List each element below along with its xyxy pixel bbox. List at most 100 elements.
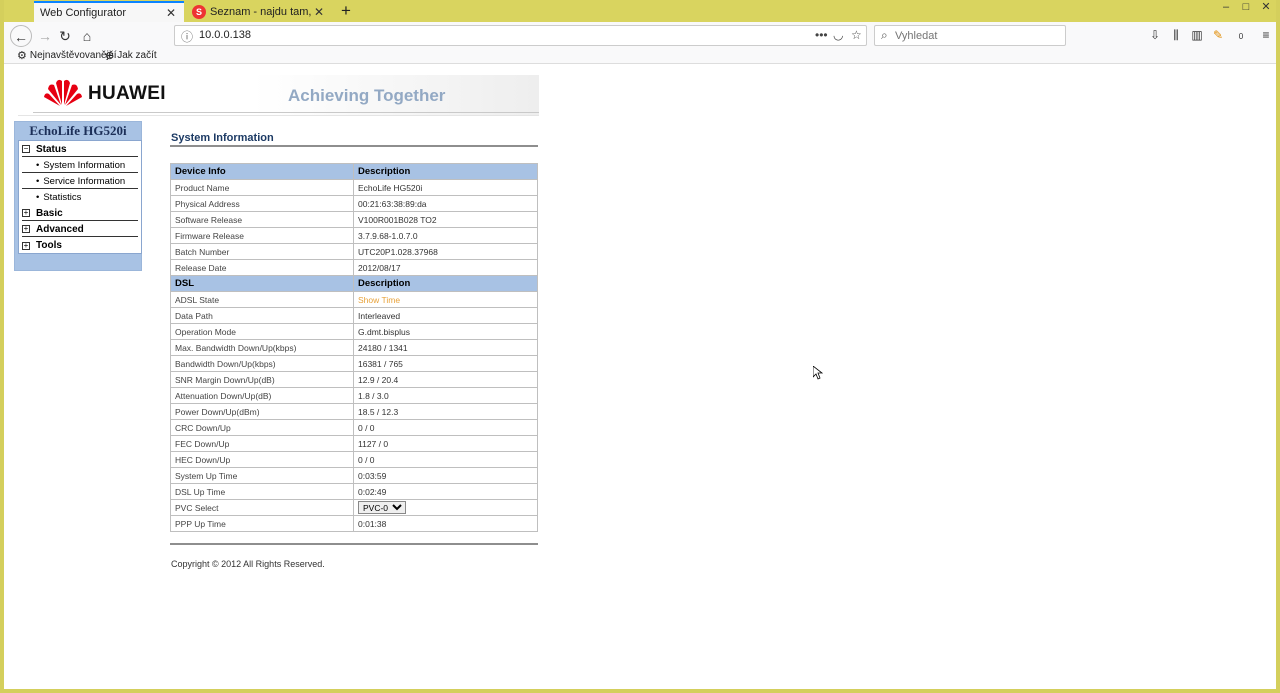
table-row: Attenuation Down/Up(dB) 1.8 / 3.0 — [170, 387, 538, 404]
sidebar-item-label: Statistics — [43, 192, 82, 203]
collapse-icon: − — [22, 144, 30, 153]
row-label: Power Down/Up(dBm) — [170, 403, 354, 420]
table-row: Max. Bandwidth Down/Up(kbps) 24180 / 1341 — [170, 339, 538, 356]
table-row: PVC Select PVC-0 — [170, 499, 538, 516]
close-tab-icon[interactable]: ✕ — [164, 6, 178, 20]
table-row: DSL Up Time 0:02:49 — [170, 483, 538, 500]
sidebar-item-statistics[interactable]: • Statistics — [22, 190, 138, 205]
table-row: Firmware Release 3.7.9.68-1.0.7.0 — [170, 227, 538, 244]
sidebar-group-basic[interactable]: + Basic — [22, 206, 138, 221]
maximize-icon[interactable]: □ — [1236, 0, 1256, 14]
row-label: ADSL State — [170, 291, 354, 308]
url-bar[interactable]: ⓘ 10.0.0.138 ••• ◡ ☆ — [174, 25, 867, 46]
row-value: 1127 / 0 — [353, 435, 538, 452]
footer-divider — [170, 543, 538, 545]
table-row: Data Path Interleaved — [170, 307, 538, 324]
row-label: PPP Up Time — [170, 515, 354, 532]
navigation-toolbar: ← → ↻ ⌂ ⓘ 10.0.0.138 ••• ◡ ☆ ⌕ ⇩ ⫼ ▥ ✎ 0… — [4, 22, 1276, 48]
huawei-banner: HUAWEI Achieving Together — [18, 75, 539, 115]
minimize-icon[interactable]: – — [1216, 0, 1236, 14]
notification-icon[interactable]: 0 — [1233, 27, 1249, 43]
sidebar-item-service-information[interactable]: • Service Information — [22, 174, 138, 189]
menu-icon[interactable]: ≡ — [1258, 27, 1274, 43]
row-label: Data Path — [170, 307, 354, 324]
row-label: FEC Down/Up — [170, 435, 354, 452]
page-actions-icon[interactable]: ••• — [815, 28, 828, 42]
pvc-select[interactable]: PVC-0 — [358, 501, 406, 514]
library-icon[interactable]: ⫼ — [1168, 27, 1184, 43]
row-value: 0 / 0 — [353, 451, 538, 468]
downloads-icon[interactable]: ⇩ — [1147, 27, 1163, 43]
row-label: Firmware Release — [170, 227, 354, 244]
row-value: Show Time — [353, 291, 538, 308]
search-icon: ⌕ — [881, 28, 888, 42]
row-value: 24180 / 1341 — [353, 339, 538, 356]
sidebar-item-system-information[interactable]: • System Information — [22, 158, 138, 173]
table-row: Release Date 2012/08/17 — [170, 259, 538, 276]
header-cell: Device Info — [170, 163, 354, 180]
sidebar-group-label: Basic — [36, 207, 63, 219]
banner-divider — [33, 112, 539, 113]
row-value: PVC-0 — [353, 499, 538, 516]
sidebar-group-advanced[interactable]: + Advanced — [22, 222, 138, 237]
tab-title: Web Configurator — [40, 6, 127, 19]
row-label: Attenuation Down/Up(dB) — [170, 387, 354, 404]
bullet-icon: • — [36, 159, 40, 171]
search-input[interactable] — [895, 28, 1060, 43]
tab-web-configurator[interactable]: Web Configurator ✕ — [34, 1, 184, 22]
table-row: ADSL State Show Time — [170, 291, 538, 308]
row-label: Batch Number — [170, 243, 354, 260]
sidebar-group-label: Tools — [36, 240, 62, 251]
table-row: SNR Margin Down/Up(dB) 12.9 / 20.4 — [170, 371, 538, 388]
table-row: Bandwidth Down/Up(kbps) 16381 / 765 — [170, 355, 538, 372]
extension-icon[interactable]: ✎ — [1210, 27, 1226, 43]
row-value: G.dmt.bisplus — [353, 323, 538, 340]
copyright-text: Copyright © 2012 All Rights Reserved. — [171, 559, 325, 569]
seznam-favicon-icon: S — [192, 4, 206, 19]
search-box[interactable]: ⌕ — [874, 25, 1066, 46]
header-cell: DSL — [170, 275, 354, 292]
system-info-table: Device Info Description Product Name EchoLi… — [170, 163, 538, 532]
slogan: Achieving Together — [288, 86, 446, 105]
browser-window: Web Configurator ✕ S Seznam - najdu tam,… — [0, 0, 1280, 693]
row-label: DSL Up Time — [170, 483, 354, 500]
dsl-header: DSL Description — [170, 275, 538, 292]
sidebar-group-tools[interactable]: + Tools — [22, 238, 138, 253]
table-row: PPP Up Time 0:01:38 — [170, 515, 538, 532]
sidebar-icon[interactable]: ▥ — [1189, 27, 1205, 43]
new-tab-button[interactable]: + — [336, 1, 356, 21]
brand-name: HUAWEI — [88, 83, 166, 104]
table-row: Software Release V100R001B028 TO2 — [170, 211, 538, 228]
reload-icon[interactable]: ↻ — [54, 25, 76, 47]
globe-icon: ⊕ — [105, 50, 115, 62]
notification-count: 0 — [1238, 32, 1244, 41]
table-row: System Up Time 0:03:59 — [170, 467, 538, 484]
row-label: Release Date — [170, 259, 354, 276]
bookmark-star-icon[interactable]: ☆ — [851, 28, 862, 42]
sidebar-item-label: Service Information — [43, 175, 126, 187]
mouse-cursor-icon — [813, 366, 823, 380]
row-value: 1.8 / 3.0 — [353, 387, 538, 404]
table-row: Batch Number UTC20P1.028.37968 — [170, 243, 538, 260]
table-row: Operation Mode G.dmt.bisplus — [170, 323, 538, 340]
back-icon[interactable]: ← — [10, 25, 32, 47]
row-label: System Up Time — [170, 467, 354, 484]
row-label: CRC Down/Up — [170, 419, 354, 436]
url-text[interactable]: 10.0.0.138 — [199, 29, 251, 41]
table-row: CRC Down/Up 0 / 0 — [170, 419, 538, 436]
row-label: HEC Down/Up — [170, 451, 354, 468]
pocket-icon[interactable]: ◡ — [833, 28, 843, 42]
bookmark-getting-started[interactable]: ⊕ Jak začít — [105, 49, 157, 62]
tab-seznam[interactable]: S Seznam - najdu tam, co nezná… ✕ — [186, 1, 332, 22]
device-info-header: Device Info Description — [170, 163, 538, 180]
home-icon[interactable]: ⌂ — [76, 25, 98, 47]
close-tab-icon[interactable]: ✕ — [312, 5, 326, 19]
sidebar-group-status[interactable]: − Status — [22, 142, 138, 157]
site-info-icon[interactable]: ⓘ — [181, 28, 193, 45]
row-label: Operation Mode — [170, 323, 354, 340]
bookmark-most-visited[interactable]: ⚙ Nejnavštěvovanější — [17, 49, 117, 62]
bullet-icon: • — [36, 192, 40, 203]
forward-icon[interactable]: → — [34, 25, 56, 47]
expand-icon: + — [22, 240, 30, 250]
close-window-icon[interactable]: ✕ — [1256, 0, 1276, 14]
